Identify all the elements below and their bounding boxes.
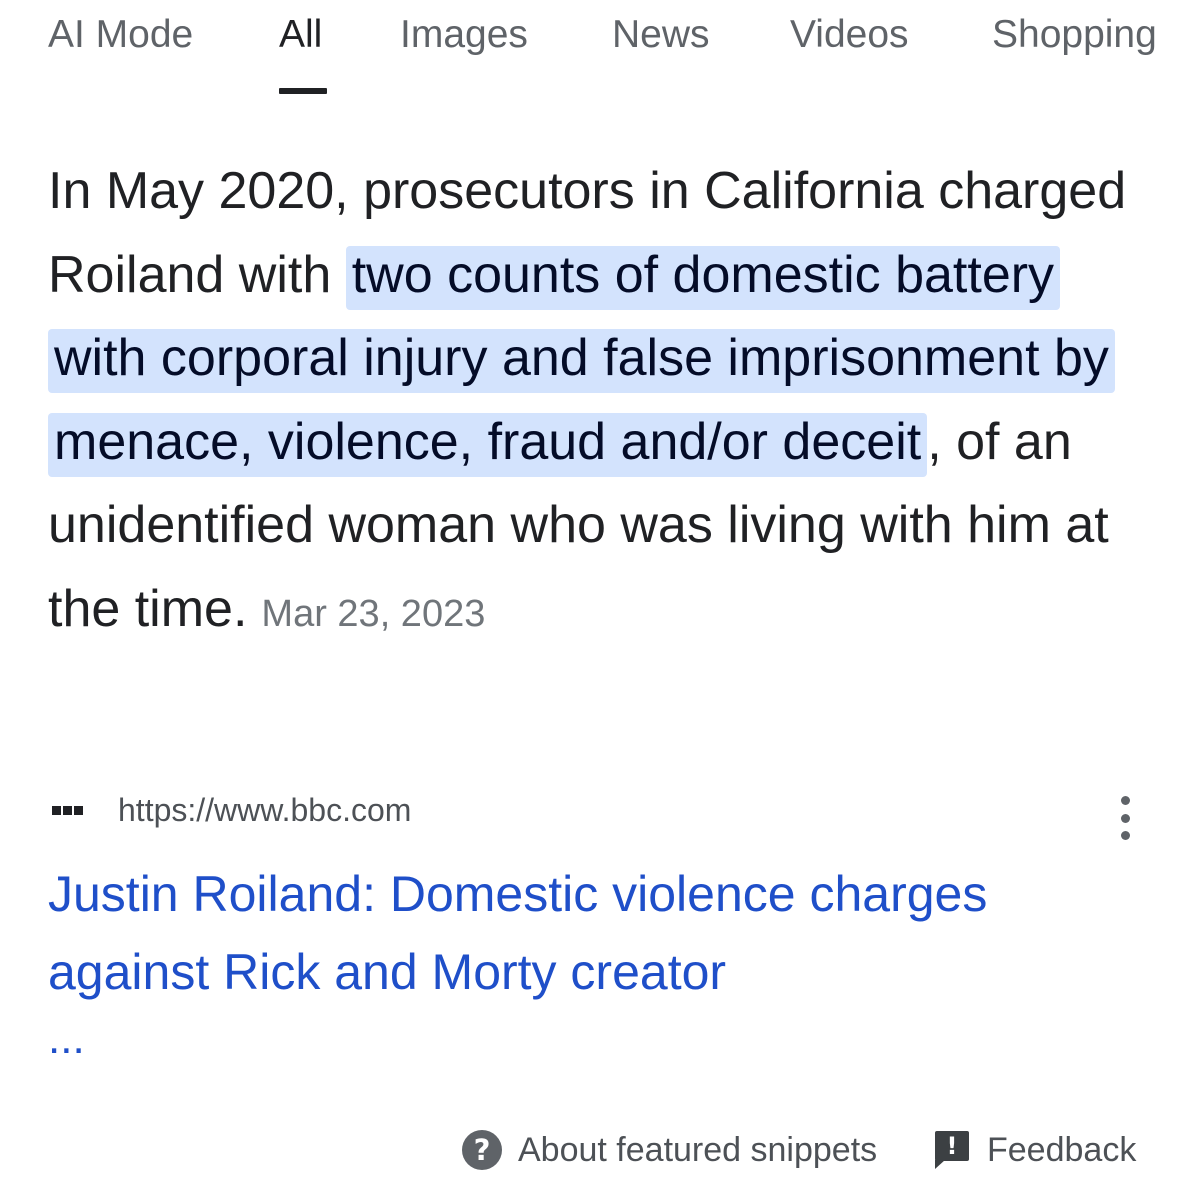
result-title-link[interactable]: Justin Roiland: Domestic violence charge… — [48, 855, 1158, 1061]
tab-news[interactable]: News — [612, 12, 710, 58]
feedback-button[interactable]: ! Feedback — [935, 1126, 1136, 1174]
source-url: https://www.bbc.com — [118, 792, 412, 828]
feedback-icon: ! — [935, 1129, 969, 1171]
about-featured-snippets-button[interactable]: ? About featured snippets — [462, 1126, 877, 1174]
tab-images[interactable]: Images — [400, 12, 528, 58]
featured-snippet-text: In May 2020, prosecutors in California c… — [48, 150, 1158, 656]
snippet-footer: ? About featured snippets ! Feedback — [0, 1126, 1193, 1176]
tab-ai-mode[interactable]: AI Mode — [48, 12, 193, 58]
feedback-label: Feedback — [987, 1131, 1137, 1169]
search-results-page: AI Mode All Images News Videos Shopping … — [0, 0, 1193, 1200]
tab-all[interactable]: All — [279, 12, 327, 94]
bbc-logo-icon — [52, 805, 86, 815]
active-tab-indicator — [279, 88, 327, 94]
help-icon: ? — [462, 1130, 502, 1170]
search-tabs: AI Mode All Images News Videos Shopping — [0, 0, 1193, 100]
result-title-text: Justin Roiland: Domestic violence charge… — [48, 866, 988, 1000]
about-featured-snippets-label: About featured snippets — [518, 1131, 878, 1169]
result-title-ellipsis: ... — [48, 1014, 85, 1063]
tab-all-label: All — [279, 13, 323, 56]
tab-videos[interactable]: Videos — [790, 12, 909, 58]
more-vert-icon[interactable] — [1108, 796, 1142, 840]
result-source[interactable]: https://www.bbc.com — [52, 790, 411, 830]
snippet-date: Mar 23, 2023 — [261, 592, 486, 635]
tab-shopping[interactable]: Shopping — [992, 12, 1157, 58]
